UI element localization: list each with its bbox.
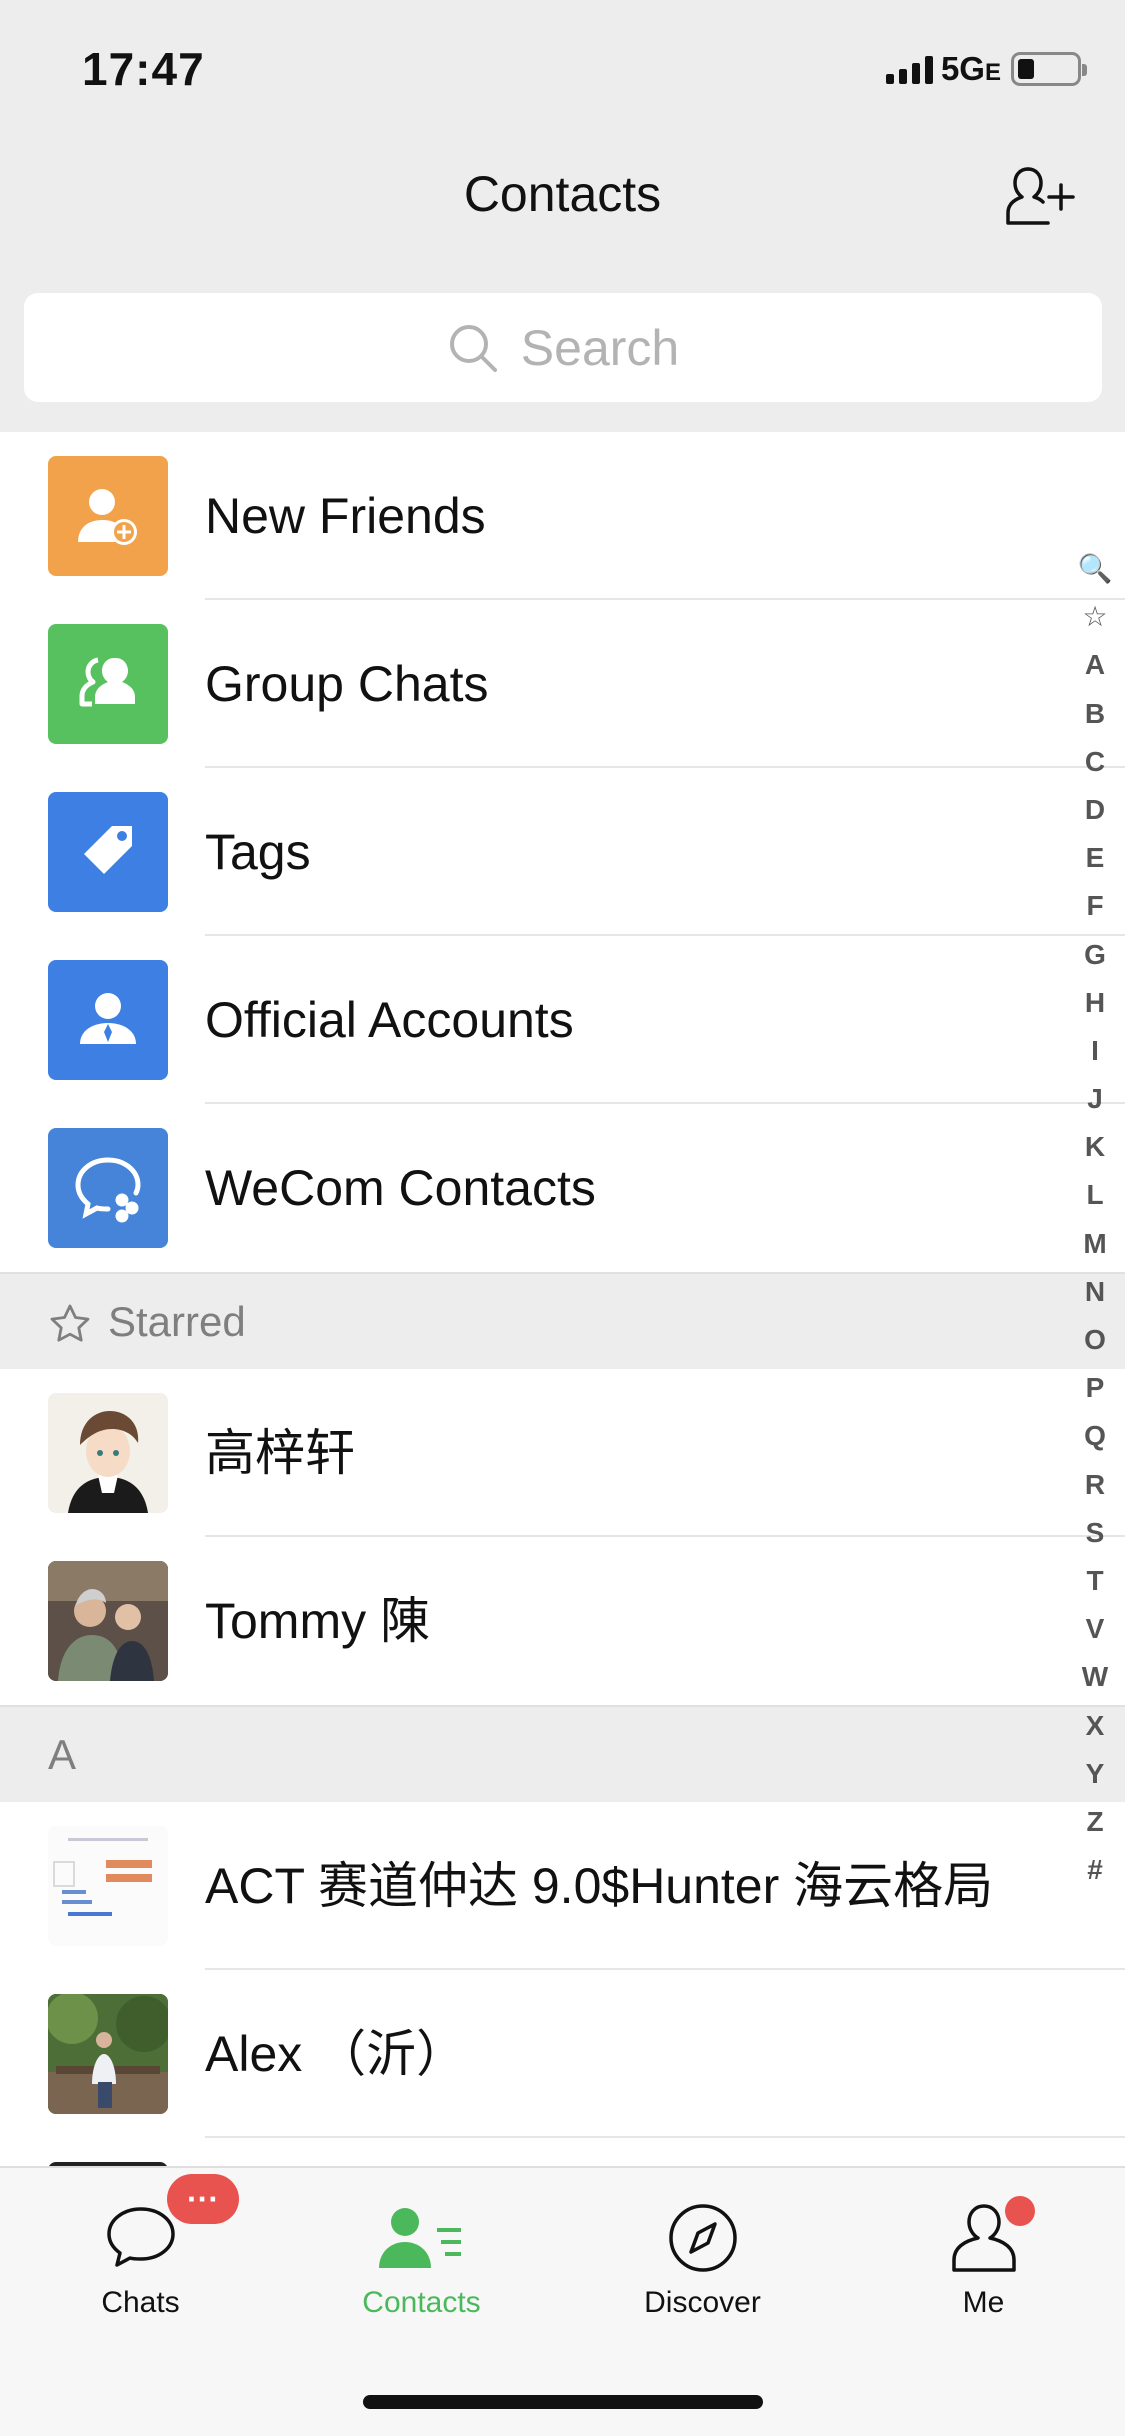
- battery-icon: [1011, 52, 1087, 86]
- index-letter[interactable]: #: [1075, 1846, 1115, 1894]
- contacts-icon: [378, 2208, 461, 2268]
- status-time: 17:47: [82, 43, 205, 95]
- contact-row[interactable]: 高梓轩: [0, 1369, 1125, 1537]
- index-letter[interactable]: O: [1075, 1316, 1115, 1364]
- contact-row[interactable]: Alex （沂）: [0, 1970, 1125, 2138]
- network-type: 5GE: [941, 50, 1001, 88]
- contact-row[interactable]: Tommy 陳: [0, 1537, 1125, 1705]
- search-placeholder: Search: [520, 319, 680, 376]
- avatar: [48, 1393, 168, 1513]
- menu-item-wecom-contacts[interactable]: WeCom Contacts: [0, 1104, 1125, 1272]
- menu-item-label: Group Chats: [205, 656, 489, 712]
- menu-item-official-accounts[interactable]: Official Accounts: [0, 936, 1125, 1104]
- index-letter[interactable]: Q: [1075, 1412, 1115, 1460]
- avatar: [48, 1826, 168, 1946]
- tab-label: Contacts: [362, 2286, 481, 2319]
- wecom-icon: [48, 1128, 168, 1248]
- index-letter[interactable]: X: [1075, 1702, 1115, 1750]
- index-letter[interactable]: H: [1075, 979, 1115, 1027]
- index-letter[interactable]: Z: [1075, 1798, 1115, 1846]
- section-header-starred: Starred: [0, 1272, 1125, 1369]
- menu-item-label: WeCom Contacts: [205, 1160, 596, 1216]
- index-letter[interactable]: G: [1075, 931, 1115, 979]
- add-contact-button[interactable]: [1002, 162, 1080, 234]
- tab-label: Discover: [644, 2286, 761, 2319]
- signal-icon: [885, 54, 933, 84]
- contact-list[interactable]: New Friends Group Chats Tags Official Ac…: [0, 432, 1125, 2306]
- tag-icon: [48, 792, 168, 912]
- menu-item-label: Official Accounts: [205, 992, 574, 1048]
- index-letter[interactable]: E: [1075, 834, 1115, 882]
- alphabet-index[interactable]: 🔍 ☆ A B C D E F G H I J K L M N O P Q R S T V W X Y Z #: [1075, 545, 1115, 1894]
- index-letter[interactable]: R: [1075, 1461, 1115, 1509]
- index-letter[interactable]: W: [1075, 1653, 1115, 1701]
- index-letter[interactable]: I: [1075, 1027, 1115, 1075]
- tab-label: Me: [962, 2286, 1005, 2319]
- index-letter[interactable]: 🔍: [1075, 545, 1115, 593]
- index-letter[interactable]: M: [1075, 1220, 1115, 1268]
- home-indicator: [363, 2395, 763, 2409]
- index-letter[interactable]: C: [1075, 738, 1115, 786]
- star-icon: [50, 1304, 90, 1342]
- index-letter[interactable]: ☆: [1075, 593, 1115, 641]
- index-letter[interactable]: Y: [1075, 1750, 1115, 1798]
- compass-icon: [668, 2204, 737, 2272]
- search-icon: [449, 324, 497, 372]
- notification-dot: [1005, 2196, 1035, 2226]
- unread-badge: ···: [167, 2174, 239, 2224]
- index-letter[interactable]: V: [1075, 1605, 1115, 1653]
- menu-item-tags[interactable]: Tags: [0, 768, 1125, 936]
- status-indicators: 5GE: [885, 50, 1087, 88]
- contact-name: ACT 赛道仲达 9.0$Hunter 海云格局: [205, 1858, 994, 1914]
- status-bar: 17:47 5GE: [0, 0, 1125, 135]
- section-label: Starred: [108, 1298, 246, 1345]
- chat-bubble-icon: [106, 2207, 175, 2267]
- official-account-icon: [48, 960, 168, 1080]
- menu-item-group-chats[interactable]: Group Chats: [0, 600, 1125, 768]
- menu-item-label: Tags: [205, 824, 311, 880]
- index-letter[interactable]: D: [1075, 786, 1115, 834]
- index-letter[interactable]: J: [1075, 1075, 1115, 1123]
- tab-contacts[interactable]: Contacts: [281, 2168, 562, 2368]
- index-letter[interactable]: N: [1075, 1268, 1115, 1316]
- contact-row[interactable]: ACT 赛道仲达 9.0$Hunter 海云格局: [0, 1802, 1125, 1970]
- avatar: [48, 1994, 168, 2114]
- menu-item-label: New Friends: [205, 488, 486, 544]
- section-header-a: A: [0, 1705, 1125, 1802]
- add-friend-icon: [48, 456, 168, 576]
- search-bar[interactable]: Search: [24, 293, 1102, 402]
- network-label: 5G: [940, 50, 985, 87]
- section-label: A: [48, 1731, 77, 1778]
- tab-me[interactable]: Me: [843, 2168, 1124, 2368]
- index-letter[interactable]: S: [1075, 1509, 1115, 1557]
- avatar: [48, 1561, 168, 1681]
- index-letter[interactable]: F: [1075, 882, 1115, 930]
- index-letter[interactable]: P: [1075, 1364, 1115, 1412]
- index-letter[interactable]: T: [1075, 1557, 1115, 1605]
- index-letter[interactable]: B: [1075, 690, 1115, 738]
- tab-label: Chats: [101, 2286, 180, 2319]
- contact-name: 高梓轩: [205, 1425, 355, 1481]
- page-title: Contacts: [463, 166, 662, 222]
- index-letter[interactable]: L: [1075, 1171, 1115, 1219]
- add-contact-icon: [1006, 167, 1075, 225]
- group-icon: [48, 624, 168, 744]
- index-letter[interactable]: K: [1075, 1123, 1115, 1171]
- index-letter[interactable]: A: [1075, 641, 1115, 689]
- tab-discover[interactable]: Discover: [562, 2168, 843, 2368]
- network-suffix: E: [984, 59, 1001, 86]
- menu-item-new-friends[interactable]: New Friends: [0, 432, 1125, 600]
- tab-chats[interactable]: Chats ···: [0, 2168, 281, 2368]
- contact-name: Alex （沂）: [205, 2026, 467, 2082]
- contact-name: Tommy 陳: [205, 1593, 430, 1649]
